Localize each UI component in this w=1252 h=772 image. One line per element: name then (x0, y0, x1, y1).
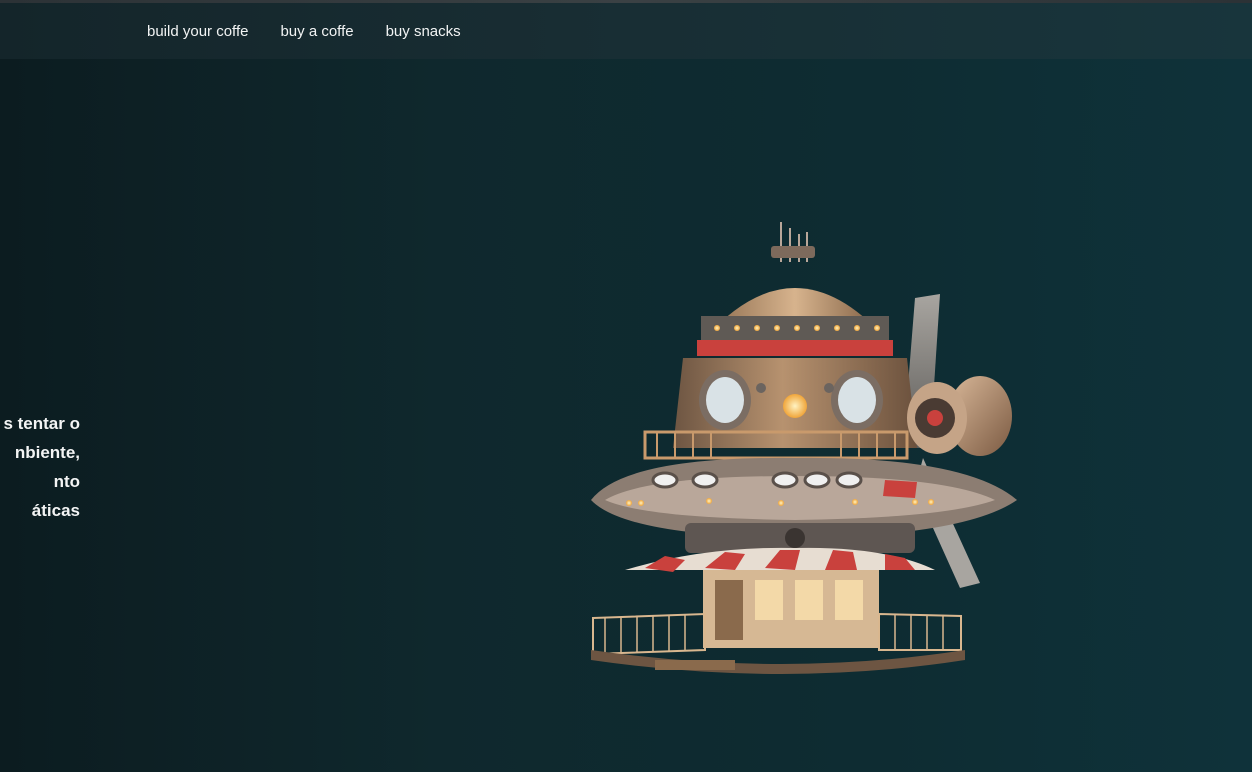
nav-link-buy-snacks[interactable]: buy snacks (370, 23, 477, 40)
hero-text: s tentar o nbiente, nto áticas (0, 409, 80, 525)
page: build your coffe buy a coffe buy snacks … (0, 0, 1252, 772)
spaceship-cafe-image (591, 222, 1017, 674)
nav-link-build-your-coffe[interactable]: build your coffe (131, 23, 264, 40)
navbar: build your coffe buy a coffe buy snacks (0, 3, 1252, 59)
nav-link-buy-a-coffe[interactable]: buy a coffe (264, 23, 369, 40)
hero-text-line: s tentar o (3, 414, 80, 433)
hero-text-line: nbiente, (14, 443, 80, 462)
nav-links: build your coffe buy a coffe buy snacks (131, 3, 477, 59)
hero-text-line: áticas (31, 501, 80, 520)
hero-text-line: nto (53, 472, 80, 491)
